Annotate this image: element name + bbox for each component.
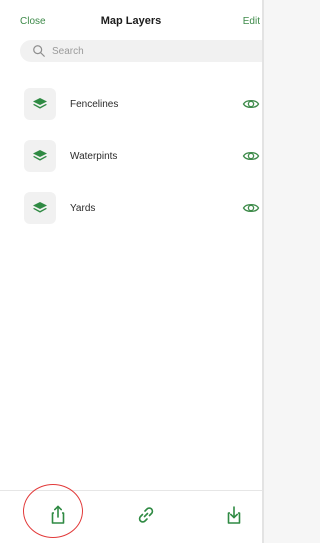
layer-stack-icon [33, 150, 47, 161]
bottom-toolbar [0, 490, 262, 543]
layer-item-waterpints[interactable]: Waterpints [20, 134, 262, 178]
link-icon[interactable] [134, 503, 158, 527]
share-upload-icon[interactable] [46, 503, 70, 527]
layer-list: Fencelines Waterpints Yards [20, 82, 262, 238]
search-placeholder: Search [52, 45, 84, 57]
map-layers-screen: Close Map Layers Edit Search Fencelines [0, 0, 264, 543]
eye-icon[interactable] [242, 95, 260, 113]
layer-icon-container [24, 88, 56, 120]
eye-icon[interactable] [242, 199, 260, 217]
navigation-bar: Close Map Layers Edit [0, 0, 262, 38]
download-icon[interactable] [222, 503, 246, 527]
layer-stack-icon [33, 98, 47, 109]
layer-item-fencelines[interactable]: Fencelines [20, 82, 262, 126]
page-title: Map Layers [100, 15, 162, 27]
layer-name: Yards [70, 202, 96, 214]
layer-icon-container [24, 192, 56, 224]
layer-stack-icon [33, 202, 47, 213]
layer-item-yards[interactable]: Yards [20, 186, 262, 230]
edit-button[interactable]: Edit [243, 16, 260, 27]
layer-icon-container [24, 140, 56, 172]
layer-name: Fencelines [70, 98, 119, 110]
search-input[interactable]: Search [20, 40, 262, 62]
eye-icon[interactable] [242, 147, 260, 165]
search-icon [33, 45, 45, 57]
layer-name: Waterpints [70, 150, 118, 162]
